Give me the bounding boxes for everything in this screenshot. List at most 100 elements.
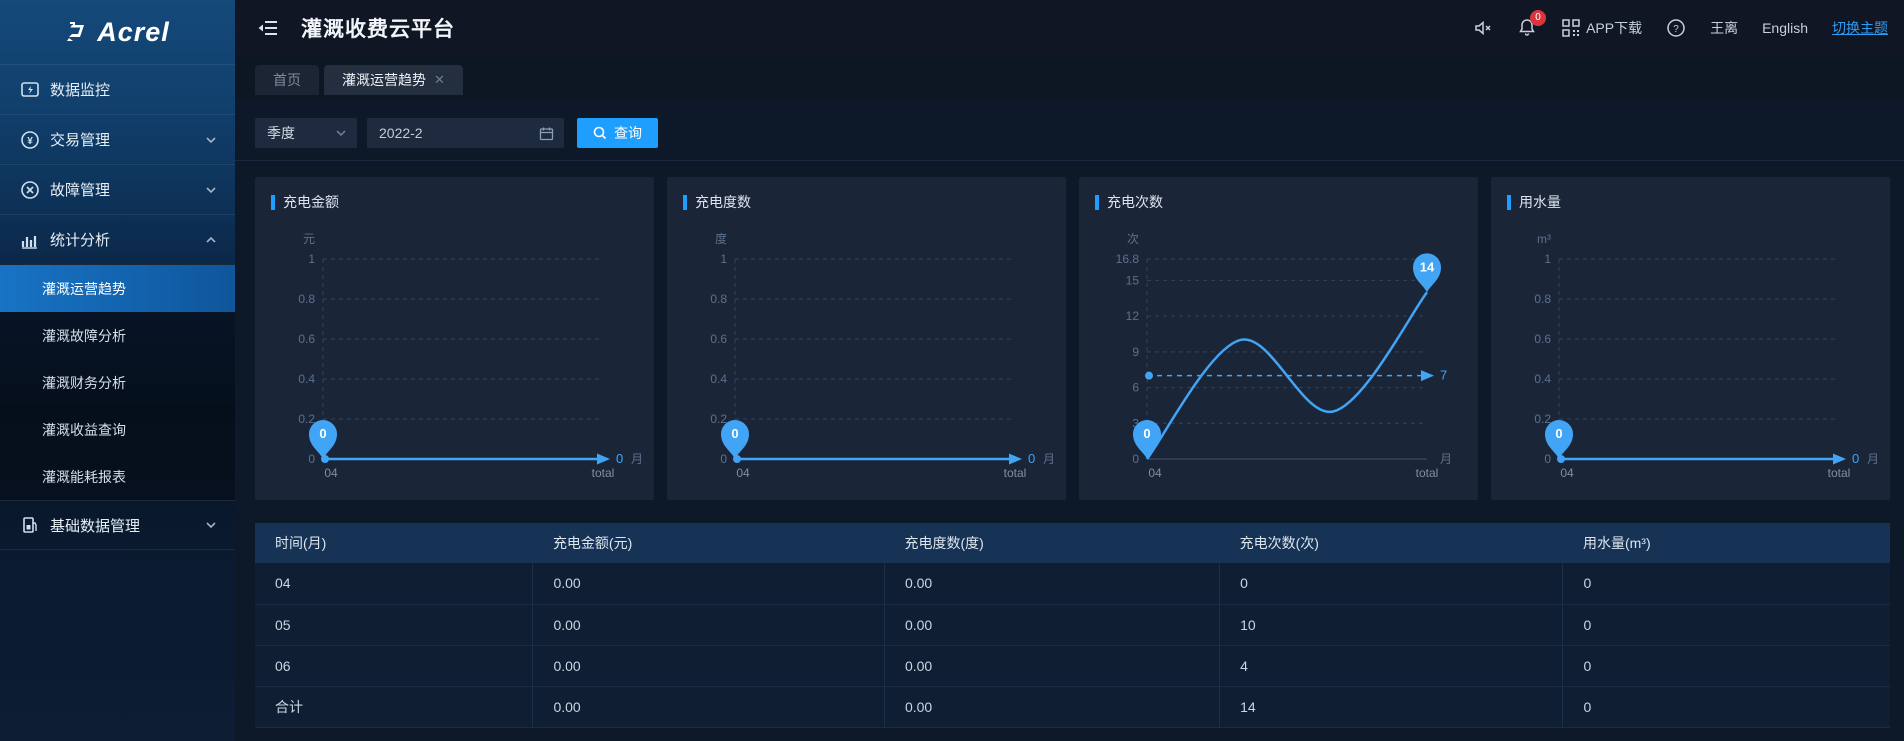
- svg-text:total: total: [592, 466, 615, 480]
- svg-text:04: 04: [1148, 466, 1162, 480]
- svg-text:14: 14: [1420, 259, 1435, 274]
- table-cell: 4: [1220, 645, 1563, 686]
- submenu-item-revenue-query[interactable]: 灌溉收益查询: [0, 406, 235, 453]
- line-chart-charge-count: 0369121516.8次04total7月014: [1079, 212, 1478, 497]
- search-button[interactable]: 查询: [577, 118, 658, 148]
- svg-text:0.6: 0.6: [710, 332, 727, 346]
- monitor-icon: [20, 80, 40, 100]
- sidebar-item-label: 基础数据管理: [50, 515, 205, 536]
- sidebar: Acrel 数据监控 ¥ 交易管理 故障管理: [0, 0, 235, 741]
- sidebar-item-label: 交易管理: [50, 129, 205, 150]
- table-cell: 06: [255, 645, 533, 686]
- language-switch[interactable]: English: [1762, 20, 1808, 36]
- svg-text:次: 次: [1127, 232, 1139, 246]
- table-cell: 0.00: [884, 563, 1219, 604]
- date-input[interactable]: [379, 125, 529, 141]
- table-cell: 0: [1563, 604, 1890, 645]
- sidebar-item-statistics[interactable]: 统计分析: [0, 214, 235, 264]
- chevron-down-icon: [205, 519, 217, 531]
- svg-text:0.2: 0.2: [1534, 412, 1551, 426]
- svg-text:0: 0: [319, 426, 326, 441]
- sidebar-item-data-monitor[interactable]: 数据监控: [0, 64, 235, 114]
- panel-title-text: 充电次数: [1107, 192, 1163, 212]
- statistics-submenu: 灌溉运营趋势 灌溉故障分析 灌溉财务分析 灌溉收益查询 灌溉能耗报表: [0, 264, 235, 500]
- table-cell: 10: [1220, 604, 1563, 645]
- svg-text:0.6: 0.6: [298, 332, 315, 346]
- sidebar-collapse-icon[interactable]: [257, 17, 279, 39]
- table-cell: 0: [1563, 645, 1890, 686]
- panel-title-text: 充电度数: [695, 192, 751, 212]
- title-marker: [683, 195, 687, 210]
- table-row: 040.000.0000: [255, 563, 1890, 604]
- tab-operation-trend[interactable]: 灌溉运营趋势 ✕: [324, 65, 463, 95]
- search-button-label: 查询: [614, 123, 642, 143]
- sidebar-item-fault[interactable]: 故障管理: [0, 164, 235, 214]
- help-icon[interactable]: ?: [1666, 18, 1686, 38]
- submenu-item-energy-report[interactable]: 灌溉能耗报表: [0, 453, 235, 500]
- line-chart-charge-energy: 00.20.40.60.81度04total0月0: [667, 212, 1066, 497]
- table-cell: 0.00: [884, 604, 1219, 645]
- header-actions: 0 APP下载 ? 王离 English 切换主题: [1473, 17, 1888, 40]
- table-cell: 0.00: [884, 645, 1219, 686]
- app-download-label: APP下载: [1586, 18, 1642, 38]
- svg-text:0.8: 0.8: [710, 292, 727, 306]
- app-download-button[interactable]: APP下载: [1561, 18, 1642, 38]
- svg-text:0.4: 0.4: [1534, 372, 1551, 386]
- svg-text:0.4: 0.4: [710, 372, 727, 386]
- submenu-item-operation-trend[interactable]: 灌溉运营趋势: [0, 265, 235, 312]
- date-picker[interactable]: [367, 118, 564, 148]
- title-marker: [1507, 195, 1511, 210]
- theme-switch-link[interactable]: 切换主题: [1832, 18, 1888, 38]
- tab-close-icon[interactable]: ✕: [434, 72, 445, 88]
- chevron-up-icon: [205, 234, 217, 246]
- mute-icon[interactable]: [1473, 18, 1493, 38]
- svg-text:月: 月: [1043, 452, 1055, 466]
- svg-text:total: total: [1004, 466, 1027, 480]
- svg-text:0: 0: [1143, 426, 1150, 441]
- title-marker: [271, 195, 275, 210]
- svg-text:m³: m³: [1537, 232, 1551, 246]
- svg-text:7: 7: [1440, 368, 1447, 383]
- tab-home[interactable]: 首页: [255, 65, 319, 95]
- notification-bell[interactable]: 0: [1517, 17, 1537, 40]
- svg-text:0: 0: [1132, 452, 1139, 466]
- table-header-row: 时间(月) 充电金额(元) 充电度数(度) 充电次数(次) 用水量(m³): [255, 523, 1890, 563]
- base-data-icon: [20, 515, 40, 535]
- svg-text:1: 1: [1544, 252, 1551, 266]
- svg-text:total: total: [1416, 466, 1439, 480]
- period-select[interactable]: 季度: [255, 118, 357, 148]
- svg-text:0: 0: [720, 452, 727, 466]
- svg-text:0.6: 0.6: [1534, 332, 1551, 346]
- svg-text:0.8: 0.8: [298, 292, 315, 306]
- title-marker: [1095, 195, 1099, 210]
- col-header-charge-amount: 充电金额(元): [533, 523, 885, 563]
- panel-title: 充电度数: [667, 177, 1066, 212]
- sidebar-item-transaction[interactable]: ¥ 交易管理: [0, 114, 235, 164]
- summary-table-wrap: 时间(月) 充电金额(元) 充电度数(度) 充电次数(次) 用水量(m³) 04…: [255, 523, 1890, 728]
- transaction-icon: ¥: [20, 130, 40, 150]
- svg-text:0: 0: [1544, 452, 1551, 466]
- panel-title-text: 用水量: [1519, 192, 1561, 212]
- table-cell: 0: [1563, 686, 1890, 727]
- acrel-logo-icon: [65, 19, 91, 45]
- table-row: 合计0.000.00140: [255, 686, 1890, 727]
- svg-text:月: 月: [1867, 452, 1879, 466]
- panel-title: 充电次数: [1079, 177, 1478, 212]
- search-icon: [593, 126, 607, 140]
- table-cell: 0: [1220, 563, 1563, 604]
- username[interactable]: 王离: [1710, 18, 1738, 38]
- table-cell: 0.00: [533, 563, 885, 604]
- submenu-item-fault-analysis[interactable]: 灌溉故障分析: [0, 312, 235, 359]
- table-cell: 0.00: [533, 645, 885, 686]
- brand-logo: Acrel: [0, 0, 235, 64]
- brand-name: Acrel: [97, 17, 170, 48]
- svg-text:0.4: 0.4: [298, 372, 315, 386]
- svg-text:?: ?: [1673, 24, 1679, 35]
- submenu-item-finance-analysis[interactable]: 灌溉财务分析: [0, 359, 235, 406]
- sidebar-item-base-data[interactable]: 基础数据管理: [0, 500, 235, 550]
- table-row: 050.000.00100: [255, 604, 1890, 645]
- svg-text:0: 0: [731, 426, 738, 441]
- sidebar-item-label: 数据监控: [50, 79, 217, 100]
- panel-water-usage: 用水量 00.20.40.60.81m³04total0月0: [1491, 177, 1890, 500]
- line-chart-water-usage: 00.20.40.60.81m³04total0月0: [1491, 212, 1890, 497]
